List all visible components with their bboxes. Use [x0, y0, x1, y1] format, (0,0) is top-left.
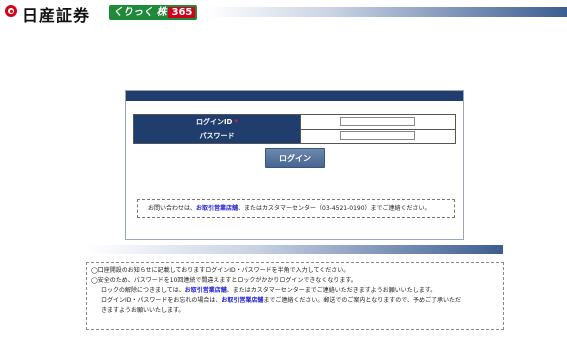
password-label: パスワード	[134, 129, 301, 143]
notice-box: ◯口座開設のお知らせに記載しておりますログインID・パスワードを半角で入力してく…	[86, 262, 504, 330]
notice-line-4-prefix: ログインID・パスワードをお忘れの場合は、	[101, 297, 222, 304]
brand-name: 日産証券	[22, 6, 91, 25]
login-button[interactable]: ログイン	[265, 148, 325, 168]
notice-gradient-bar	[86, 245, 503, 254]
notice-line-4-suffix: までご連絡ください。郵送でのご案内となりますので、予めご了承いただ	[263, 297, 461, 304]
login-panel: ログインID * パスワード ログイン お問い合わせは、お取引営業店舗、またはカス…	[125, 90, 464, 240]
contact-suffix: 、またはカスタマーセンター（03-4521-0190）までご連絡ください。	[238, 205, 431, 212]
required-mark: *	[234, 118, 239, 126]
contact-info-box: お問い合わせは、お取引営業店舗、またはカスタマーセンター（03-4521-019…	[137, 199, 455, 218]
header-gradient-bar	[205, 7, 567, 17]
notice-line-3: ロックの解除につきましては、お取引営業店舗、またはカスタマーセンターまでご連絡い…	[91, 286, 499, 296]
service-prefix: くりっく	[113, 7, 153, 18]
service-kanji: 株	[156, 7, 167, 18]
login-id-row: ログインID *	[134, 115, 455, 130]
notice-line-3-suffix: 、またはカスタマーセンターまでご連絡いただきますようお願いいたします。	[226, 287, 437, 294]
login-id-label-text: ログインID	[195, 118, 233, 126]
password-row: パスワード	[134, 129, 455, 143]
notice-line-4: ログインID・パスワードをお忘れの場合は、お取引営業店舗までご連絡ください。郵送…	[91, 296, 499, 306]
service-logo: くりっく 株 365	[109, 5, 197, 20]
header: 日産証券 くりっく 株 365	[0, 0, 567, 26]
notice-line-5: きますようお願いいたします。	[101, 307, 185, 314]
notice-line-2: ◯安全のため、パスワードを10回連続で間違えますとロックがかかりログインできなく…	[91, 277, 357, 284]
login-id-label: ログインID *	[134, 115, 301, 129]
panel-top-bar	[126, 91, 463, 101]
service-number: 365	[168, 7, 196, 18]
notice-branch-link-2[interactable]: お取引営業店舗	[221, 297, 263, 304]
contact-prefix: お問い合わせは、	[148, 205, 197, 212]
logo-mark-icon	[5, 5, 17, 17]
notice-line-3-prefix: ロックの解除につきましては、	[101, 287, 185, 294]
notice-branch-link-1[interactable]: お取引営業店舗	[185, 287, 227, 294]
branch-link[interactable]: お取引営業店舗	[196, 205, 238, 212]
notice-line-1: ◯口座開設のお知らせに記載しておりますログインID・パスワードを半角で入力してく…	[91, 267, 350, 274]
login-id-input[interactable]	[340, 117, 415, 126]
password-input[interactable]	[340, 131, 415, 140]
login-form-table: ログインID * パスワード	[133, 114, 456, 144]
